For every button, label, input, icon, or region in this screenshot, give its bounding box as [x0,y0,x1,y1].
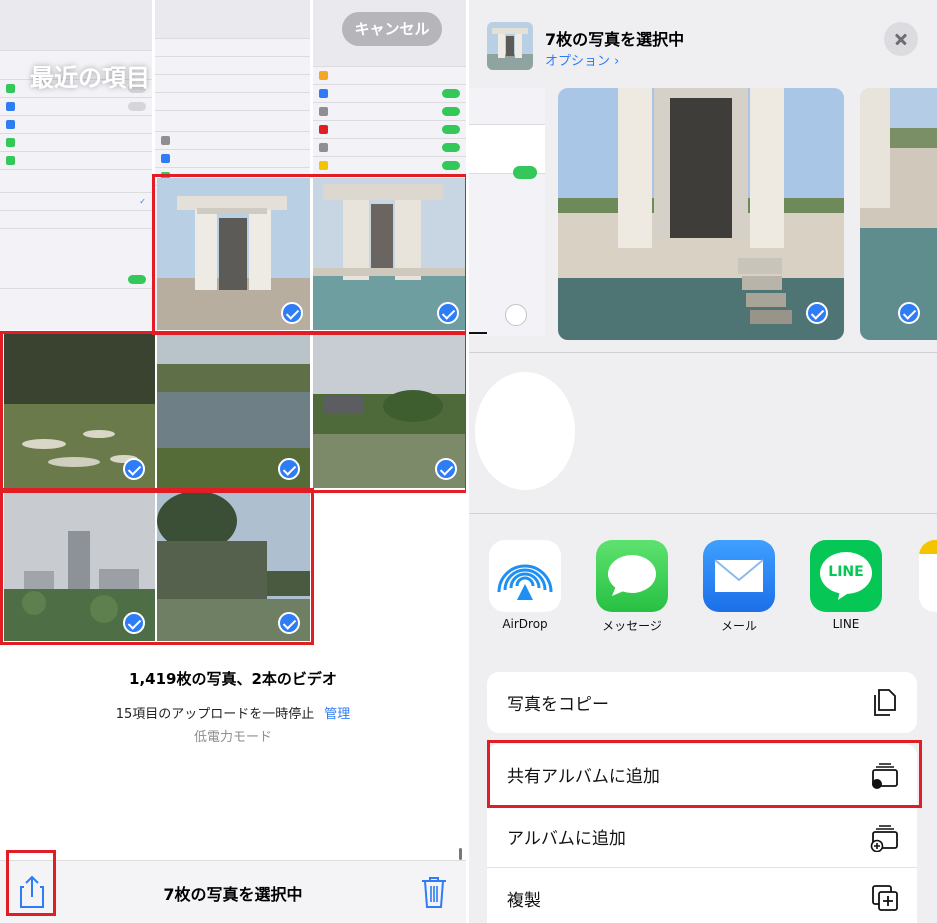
toolbar-selection-title: 7枚の写真を選択中 [163,885,303,904]
app-label: メール [720,619,757,633]
share-sheet-pane: 7枚の写真を選択中 オプション › AirDrop メッセージ メール LINE… [469,0,937,923]
tower-photo [558,88,844,340]
app-label: LINE [832,617,860,631]
cancel-button[interactable]: キャンセル [342,12,442,46]
share-sheet-title: 7枚の写真を選択中 [545,30,685,49]
selection-highlight-bottom [0,488,314,645]
contact-suggestion-avatar[interactable] [475,372,575,490]
separator [469,513,937,514]
action-label: 写真をコピー [507,695,609,715]
app-messages[interactable]: メッセージ [594,540,670,634]
scroll-indicator[interactable] [459,848,462,860]
airdrop-icon [489,540,561,612]
selection-highlight-top [152,174,466,335]
options-link[interactable]: オプション › [545,50,619,69]
selected-check-icon [806,302,828,324]
app-mail[interactable]: メール [701,540,777,634]
separator [469,352,937,353]
app-label: AirDrop [502,617,548,631]
photos-library-pane: ✓ 最近の項目 キャンセル 1,419枚の写真、2本のビデオ 15項目のアップロ… [0,0,466,923]
upload-status: 15項目のアップロードを一時停止 管理 [0,703,466,722]
share-button-highlight [6,850,56,916]
preview-photo-tower-main[interactable] [558,88,844,340]
line-logo-text: LINE [828,564,864,580]
action-duplicate[interactable]: 複製 [487,868,917,923]
manage-link[interactable]: 管理 [324,707,350,722]
action-label: 複製 [507,891,541,911]
copy-icon [874,689,896,716]
mail-icon [703,540,775,612]
app-airdrop[interactable]: AirDrop [487,540,563,631]
action-copy-photos[interactable]: 写真をコピー [487,672,917,733]
action-label: アルバムに追加 [507,829,626,849]
header-photo-thumbnail [487,22,533,70]
tower-photo [860,88,937,340]
messages-icon [596,540,668,612]
close-button[interactable] [884,22,918,56]
selection-highlight-middle [0,331,466,493]
low-power-mode-label: 低電力モード [193,730,272,745]
action-add-to-album[interactable]: アルバムに追加 [487,806,917,868]
bottom-toolbar: 7枚の写真を選択中 [0,860,466,923]
settings-screenshot-thumbnail[interactable]: ✓ [0,0,152,330]
share-sheet-header: 7枚の写真を選択中 オプション › [469,0,937,88]
selected-check-icon [898,302,920,324]
library-count: 1,419枚の写真、2本のビデオ [129,670,337,688]
app-notes-partial[interactable] [919,540,937,612]
action-group-primary: 写真をコピー [487,672,917,733]
app-line[interactable]: LINE LINE [808,540,884,631]
add-album-icon [870,825,898,852]
shared-album-highlight [487,740,922,808]
line-icon: LINE [810,540,882,612]
album-title: 最近の項目 [30,64,150,92]
trash-icon[interactable] [420,875,448,909]
duplicate-icon [872,885,898,911]
upload-status-text: 15項目のアップロードを一時停止 [115,707,315,722]
preview-photo-tower-next[interactable] [860,88,937,340]
preview-settings-card[interactable] [469,88,545,336]
app-label: メッセージ [602,619,662,633]
photo-preview-carousel[interactable] [469,88,937,350]
